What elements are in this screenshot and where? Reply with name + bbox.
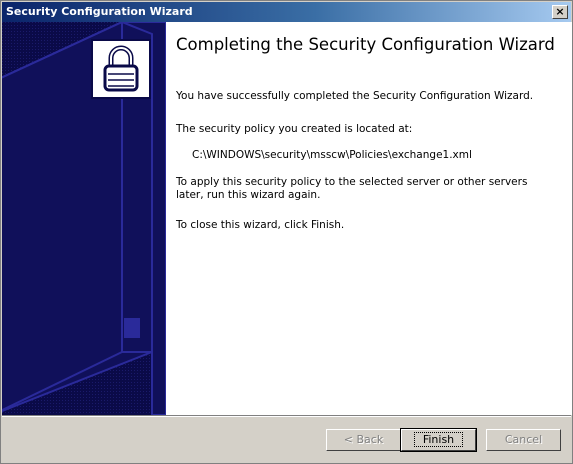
apply-text: To apply this security policy to the sel… bbox=[176, 176, 528, 201]
policy-path: C:\WINDOWS\security\msscw\Policies\excha… bbox=[192, 149, 472, 161]
button-separator bbox=[2, 415, 571, 417]
window-title: Security Configuration Wizard bbox=[6, 5, 193, 18]
cancel-button[interactable]: Cancel bbox=[486, 429, 561, 451]
page-heading: Completing the Security Configuration Wi… bbox=[176, 35, 555, 54]
title-bar[interactable]: Security Configuration Wizard × bbox=[2, 2, 571, 22]
back-button[interactable]: < Back bbox=[326, 429, 401, 451]
location-label: The security policy you created is locat… bbox=[176, 123, 413, 135]
finish-label: Finish bbox=[413, 432, 464, 447]
padlock-icon bbox=[91, 39, 151, 99]
finish-button[interactable]: Finish bbox=[400, 428, 477, 452]
success-text: You have successfully completed the Secu… bbox=[176, 90, 534, 102]
close-instructions: To close this wizard, click Finish. bbox=[176, 219, 345, 231]
wizard-window: Security Configuration Wizard × Completi… bbox=[0, 0, 573, 464]
close-button[interactable]: × bbox=[552, 5, 568, 19]
close-icon: × bbox=[555, 5, 565, 18]
